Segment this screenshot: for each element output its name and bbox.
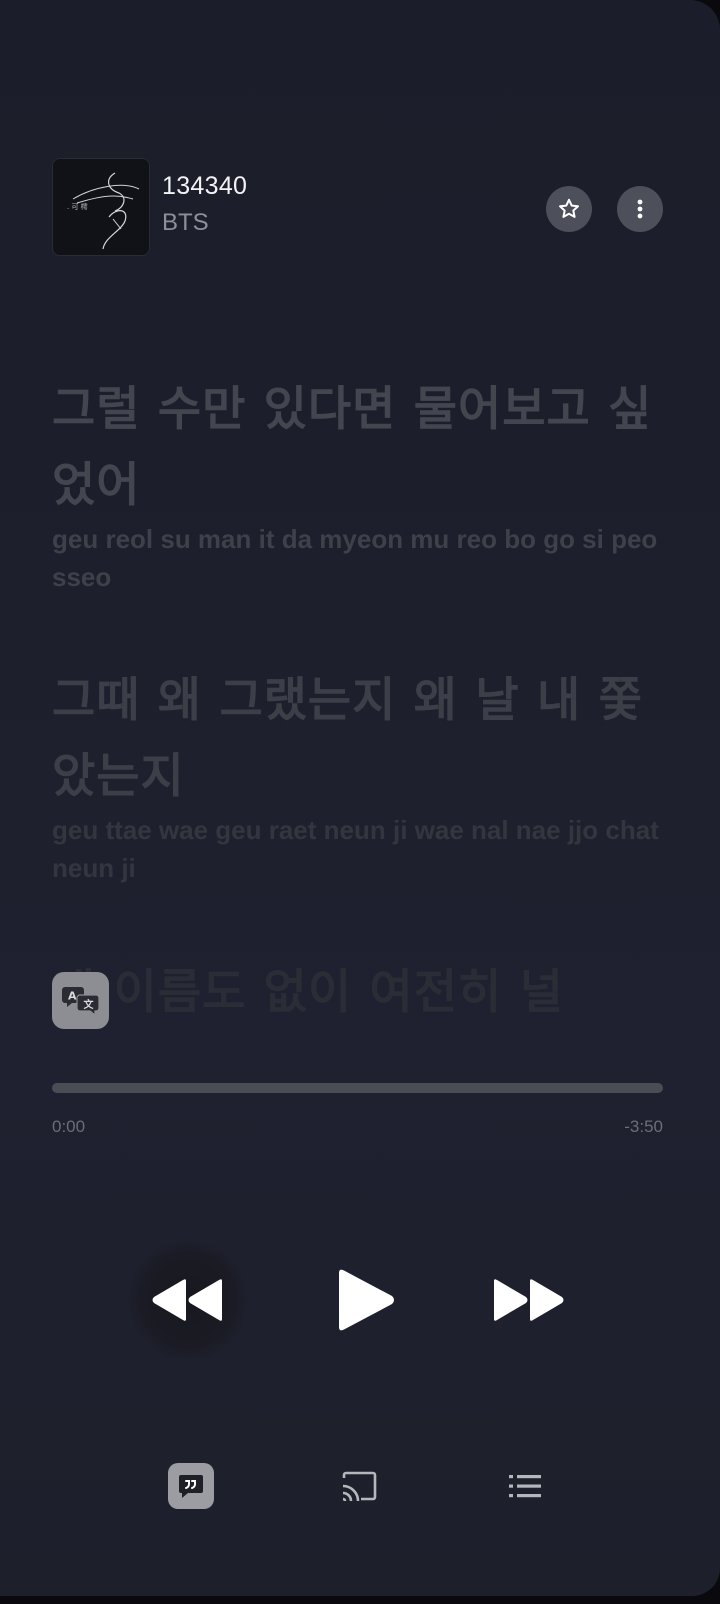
queue-button[interactable] bbox=[502, 1463, 548, 1509]
artist-name[interactable]: BTS bbox=[162, 209, 209, 237]
lyric-korean: 그럴 수만 있다면 물어보고 싶었어 bbox=[52, 382, 653, 513]
lyrics-icon bbox=[179, 1475, 203, 1498]
remaining-time: -3:50 bbox=[624, 1117, 663, 1136]
svg-text:A: A bbox=[68, 989, 77, 1002]
lyric-line[interactable]: 내 이름도 없이 여전히 널 bbox=[52, 955, 662, 1031]
progress-bar[interactable] bbox=[52, 1083, 663, 1093]
lyric-romanized: geu reol su man it da myeon mu reo bo go… bbox=[52, 524, 658, 592]
translate-button[interactable]: A 文 bbox=[52, 972, 109, 1029]
play-icon bbox=[339, 1269, 394, 1331]
lyric-line[interactable]: 그때 왜 그랬는지 왜 날 내 쫓았는지 geu ttae wae geu ra… bbox=[52, 663, 662, 887]
cast-icon bbox=[342, 1471, 377, 1502]
song-title: 134340 bbox=[162, 172, 248, 200]
rewind-icon bbox=[152, 1279, 222, 1321]
lyric-romanized: geu ttae wae geu raet neun ji wae nal na… bbox=[52, 815, 659, 883]
cast-button[interactable] bbox=[336, 1463, 382, 1509]
translate-icon: A 文 bbox=[61, 986, 100, 1016]
play-button[interactable] bbox=[315, 1250, 415, 1350]
album-art-image: . 可 樗 bbox=[53, 159, 149, 255]
queue-list-icon bbox=[509, 1475, 541, 1498]
svg-text:文: 文 bbox=[83, 998, 94, 1011]
lyric-korean: 그때 왜 그랬는지 왜 날 내 쫓았는지 bbox=[52, 673, 643, 804]
star-outline-icon bbox=[559, 198, 579, 218]
player-screen: . 可 樗 134340 BTS 그럴 수만 있다면 물어보고 싶었어 geu … bbox=[0, 0, 720, 1596]
svg-text:. 可 樗: . 可 樗 bbox=[67, 202, 88, 211]
lyric-korean: 내 이름도 없이 여전히 널 bbox=[52, 965, 564, 1020]
lyrics-tab[interactable] bbox=[168, 1463, 214, 1509]
lyric-line[interactable]: 그럴 수만 있다면 물어보고 싶었어 geu reol su man it da… bbox=[52, 372, 662, 596]
more-vertical-icon bbox=[637, 199, 643, 219]
previous-button[interactable] bbox=[128, 1240, 248, 1360]
favorite-button[interactable] bbox=[546, 186, 592, 232]
elapsed-time: 0:00 bbox=[52, 1117, 86, 1136]
next-button[interactable] bbox=[478, 1250, 578, 1350]
more-options-button[interactable] bbox=[617, 186, 663, 232]
fast-forward-icon bbox=[494, 1279, 564, 1321]
album-art[interactable]: . 可 樗 bbox=[52, 158, 150, 256]
